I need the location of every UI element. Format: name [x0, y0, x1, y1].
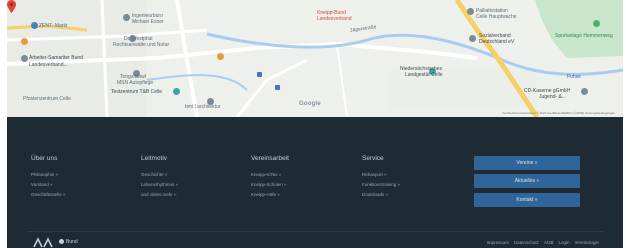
- legal-links: Impressum Datenschutz AGB Login Vereinsl…: [487, 240, 599, 245]
- food-marker-icon[interactable]: [21, 38, 28, 45]
- impressum-link[interactable]: Impressum: [487, 240, 509, 245]
- map-label-landgestut: Landgestüt Celle: [405, 72, 443, 78]
- sport-marker-icon[interactable]: [593, 20, 600, 27]
- footer-link[interactable]: Geschichte »: [141, 170, 178, 180]
- shopping-marker-icon[interactable]: [31, 22, 38, 29]
- location-pin-icon[interactable]: [7, 0, 16, 13]
- kontakt-button[interactable]: Kontakt »: [474, 193, 580, 207]
- map-label-pfostenzentrum: Pfostenzentrum Celle: [23, 96, 71, 102]
- kneipp-logo-icon[interactable]: [33, 237, 53, 248]
- footer-link[interactable]: Rehasport »: [362, 170, 400, 180]
- footer-link[interactable]: Philosophie »: [31, 170, 66, 180]
- footer-link[interactable]: Kneipp-Schulen »: [251, 180, 289, 190]
- footer-link[interactable]: Downloads »: [362, 190, 400, 200]
- footer-column-leitmotiv: Leitmotiv Geschichte » Lebensrhythmus » …: [141, 155, 178, 200]
- agb-link[interactable]: AGB: [544, 240, 554, 245]
- footer-divider: [27, 231, 603, 232]
- map-label-zent-markt: ZENT- Markt: [39, 23, 68, 29]
- vereine-button[interactable]: Vereine »: [474, 156, 580, 170]
- footer-link[interactable]: Kneipp-KiTas »: [251, 170, 289, 180]
- map-label-arbeiter-samariter: Arbeiter-Samariter Bund: [29, 55, 83, 61]
- map-label-sozialverband-sub: Deutschland eV: [479, 39, 515, 45]
- bund-label: Bund: [66, 239, 78, 245]
- footer-heading: Leitmotiv: [141, 155, 168, 162]
- footer-heading: Vereinsarbeit: [251, 155, 289, 162]
- map-label-michael-exner: Michael Exner: [132, 19, 164, 25]
- organization-marker-icon[interactable]: [469, 35, 476, 42]
- google-logo: Google: [299, 101, 321, 107]
- education-marker-icon[interactable]: [581, 88, 588, 95]
- map-label-testzentrum: Testzentrum T&B Celle: [111, 89, 163, 95]
- marker-subtitle: Landesverband: [317, 16, 352, 22]
- orange-marker-icon[interactable]: [217, 53, 224, 60]
- footer-link[interactable]: Funktionstraining »: [362, 180, 400, 190]
- footer-link[interactable]: Lebensrhythmus »: [141, 180, 178, 190]
- footer-column-uber-uns: Über uns Philosophie » Vorstand » Geschä…: [31, 155, 66, 200]
- footer-column-vereinsarbeit: Vereinsarbeit Kneipp-KiTas » Kneipp-Schu…: [251, 155, 289, 200]
- vereinslogin-link[interactable]: Vereinslogin: [574, 240, 599, 245]
- map-label-sportanlage: Sportanlage Hemmenweg: [555, 33, 613, 39]
- map-canvas: [7, 0, 623, 117]
- health-marker-icon[interactable]: [173, 88, 180, 95]
- office-marker-icon[interactable]: [123, 14, 130, 21]
- site-footer: Über uns Philosophie » Vorstand » Geschä…: [7, 117, 623, 248]
- aktuelles-button[interactable]: Aktuelles »: [474, 174, 580, 188]
- map-label-celle-hauptwache: Celle Hauptwache: [476, 14, 517, 20]
- footer-link[interactable]: Vorstand »: [31, 180, 66, 190]
- map-label-rechtsanwalte: Rechtsanwälte und Notar: [113, 42, 170, 48]
- transit-stop-icon[interactable]: [257, 72, 262, 77]
- footer-link[interactable]: Kneipp-Höfe »: [251, 190, 289, 200]
- transit-stop-icon[interactable]: [275, 85, 280, 90]
- map-attribution[interactable]: Kurzbefehle Kartendaten © 2022 GeoBasis-…: [503, 111, 616, 115]
- footer-link[interactable]: und vieles mehr »: [141, 190, 178, 200]
- datenschutz-link[interactable]: Datenschutz: [514, 240, 539, 245]
- page: ZENT- Markt Arbeiter-Samariter Bund Land…: [0, 0, 626, 248]
- place-marker-icon[interactable]: [21, 55, 28, 62]
- login-link[interactable]: Login: [558, 240, 569, 245]
- map-label-cd-kaserne-sub: Jugend- &...: [539, 94, 566, 100]
- footer-column-service: Service Rehasport » Funktionstraining » …: [362, 155, 400, 200]
- footer-link[interactable]: Geschäftsstelle »: [31, 190, 66, 200]
- footer-heading: Service: [362, 155, 384, 162]
- footer-heading: Über uns: [31, 155, 58, 162]
- hospital-marker-icon[interactable]: [467, 8, 474, 15]
- map-label-bmi-architektur: bmi | architektur: [185, 104, 221, 110]
- embedded-map[interactable]: ZENT- Markt Arbeiter-Samariter Bund Land…: [7, 0, 623, 117]
- map-label-msn-autopflege: MSN Autopflege: [117, 80, 154, 86]
- map-label-fuhse: Fuhse: [567, 74, 581, 80]
- map-label-landesverband: Landesverband...: [29, 62, 68, 68]
- bund-emblem-icon: [59, 239, 64, 244]
